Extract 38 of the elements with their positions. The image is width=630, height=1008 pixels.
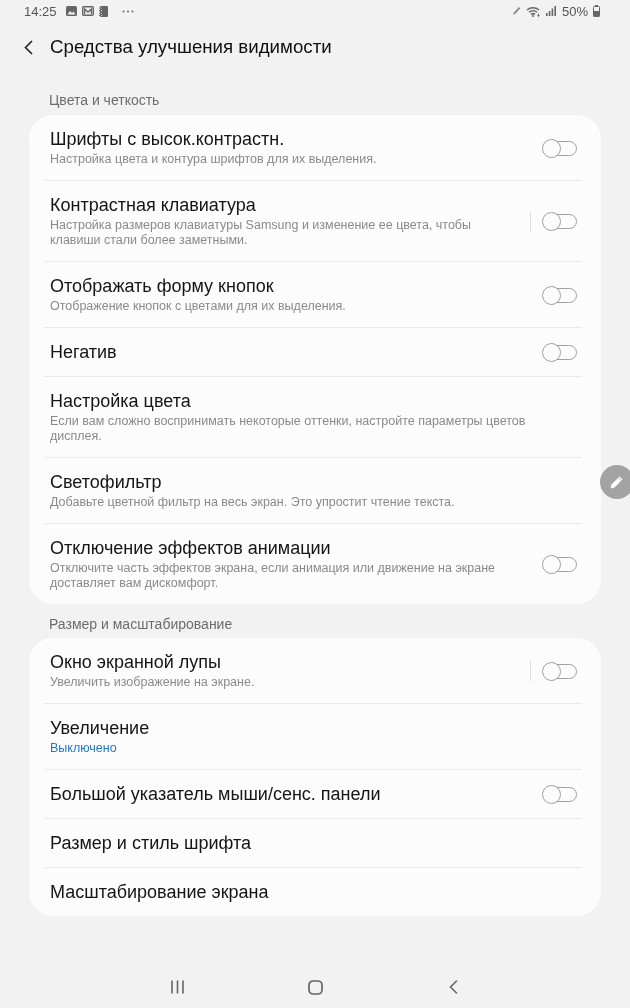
setting-description: Отображение кнопок с цветами для их выделения. — [50, 299, 347, 314]
setting-title[interactable]: Увеличение — [50, 718, 539, 739]
envelope-icon — [81, 6, 94, 16]
wifi-icon — [525, 5, 541, 17]
pen-icon — [511, 6, 521, 16]
setting-description: Добавьте цветной фильтр на весь экран. Это упростит чтение текста. — [50, 495, 456, 510]
setting-title[interactable]: Размер и стиль шрифта — [50, 833, 539, 854]
back-icon[interactable] — [24, 39, 33, 55]
home-icon[interactable] — [307, 979, 323, 995]
setting-description: Настройка размеров клавиатуры Samsung и изменение ее цвета, чтобы клавиши стали более заметными. — [50, 218, 472, 248]
setting-title[interactable]: Большой указатель мыши/сенс. панели — [50, 784, 524, 805]
back-nav-icon[interactable] — [448, 980, 458, 994]
signal-icon — [545, 6, 556, 16]
notebook-icon — [98, 5, 108, 17]
setting-title[interactable]: Негатив — [50, 342, 524, 363]
pencil-icon[interactable] — [600, 465, 630, 499]
section-header: Размер и масштабирование — [48, 615, 234, 632]
setting-description: Увеличить изображение на экране. — [50, 675, 256, 690]
more-icon — [121, 9, 134, 13]
setting-title[interactable]: Отображать форму кнопок — [50, 276, 524, 297]
section-header: Цвета и четкость — [48, 91, 161, 108]
setting-title[interactable]: Шрифты с высок.контрастн. — [50, 129, 524, 150]
recent-apps-icon[interactable] — [170, 980, 184, 994]
setting-title[interactable]: Настройка цвета — [50, 391, 539, 412]
battery-percent: 50% — [561, 3, 588, 19]
setting-description: Отключите часть эффектов экрана, если анимация или движение на экране доставляет вам дискомфорт. — [50, 561, 496, 591]
gallery-icon — [65, 6, 77, 16]
battery-icon — [593, 5, 600, 17]
screen-title: Средства улучшения видимости — [50, 36, 332, 58]
setting-description: Если вам сложно воспринимать некоторые оттенки, настройте параметры цветов дисплея. — [50, 414, 527, 444]
setting-title[interactable]: Светофильтр — [50, 472, 539, 493]
setting-description: Настройка цвета и контура шрифтов для их выделения. — [50, 152, 378, 167]
setting-title[interactable]: Масштабирование экрана — [50, 882, 539, 903]
setting-title[interactable]: Окно экранной лупы — [50, 652, 516, 673]
setting-title[interactable]: Отключение эффектов анимации — [50, 538, 524, 559]
setting-status: Выключено — [50, 741, 118, 756]
setting-title[interactable]: Контрастная клавиатура — [50, 195, 516, 216]
status-time: 14:25 — [24, 3, 57, 19]
